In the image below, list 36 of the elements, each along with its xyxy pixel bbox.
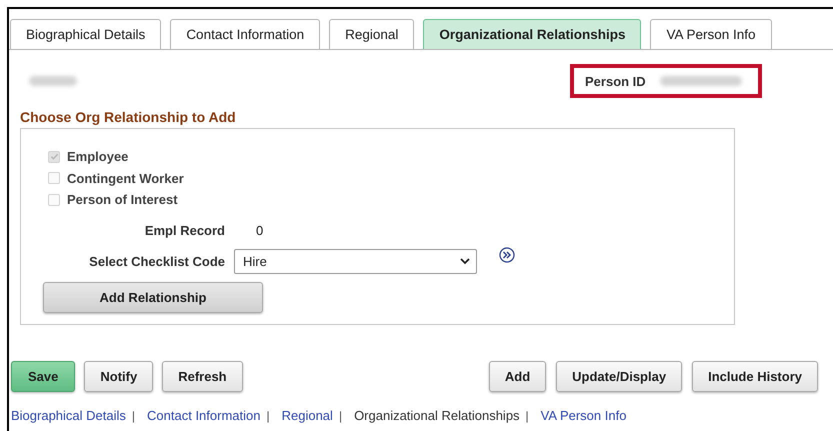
action-button[interactable]: Add [488,361,546,392]
tab[interactable]: Regional [329,19,414,49]
checkbox[interactable] [48,194,60,206]
checkbox-label: Employee [67,149,128,164]
separator: | [266,408,270,422]
separator: | [132,408,136,422]
tab[interactable]: Contact Information [170,19,320,49]
action-button[interactable]: Refresh [162,361,243,392]
page-link[interactable]: Contact Information [147,408,260,423]
field-value: 0 [256,222,264,238]
tab[interactable]: Organizational Relationships [423,19,642,49]
page-link[interactable]: VA Person Info [540,408,626,423]
redacted-name [29,76,77,86]
add-relationship-button[interactable]: Add Relationship [43,282,263,312]
action-button[interactable]: Update/Display [556,361,682,392]
page-link[interactable]: Biographical Details [11,408,126,423]
separator: | [526,408,529,422]
field-label: Person ID [585,74,646,88]
tab[interactable]: VA Person Info [650,19,772,49]
page-link[interactable]: Organizational Relationships [354,408,520,423]
checkbox[interactable] [48,150,60,163]
separator: | [338,408,342,422]
field-label: Empl Record [144,222,225,238]
save-button[interactable]: Save [11,361,76,392]
checkbox-label: Person of Interest [67,192,178,208]
section-title: Choose Org Relationship to Add [20,109,237,125]
checklist-dropdown[interactable]: Hire [234,248,477,274]
tab[interactable]: Biographical Details [10,19,162,49]
checkbox-label: Contingent Worker [67,170,184,186]
page-link[interactable]: Regional [282,408,333,423]
double-chevron-icon[interactable] [499,247,515,263]
field-label: Select Checklist Code [88,254,225,268]
checkbox[interactable] [48,172,60,184]
action-button[interactable]: Notify [84,361,154,392]
action-button[interactable]: Include History [692,361,818,392]
dropdown-caret-icon[interactable] [460,258,470,264]
